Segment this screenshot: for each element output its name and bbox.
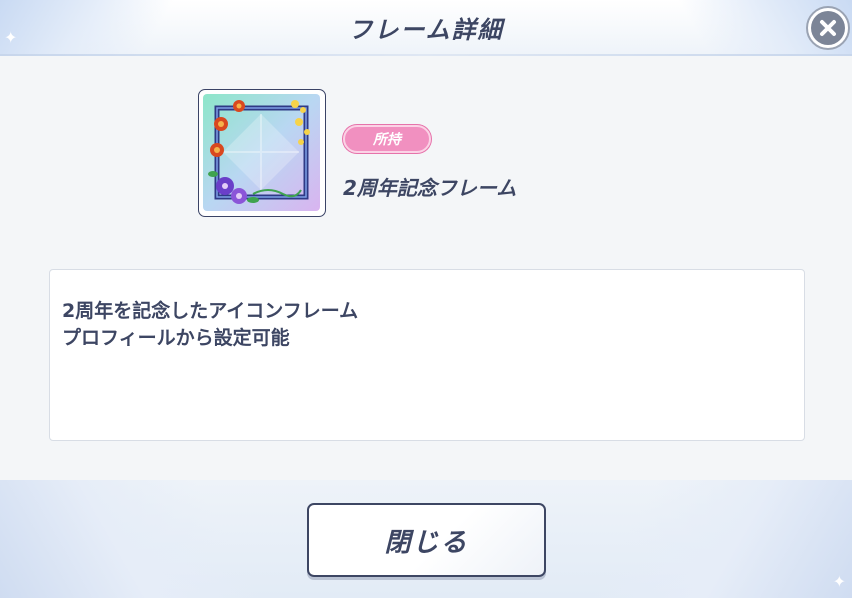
close-x-icon: [811, 11, 845, 45]
description-box: 2周年を記念したアイコンフレーム プロフィールから設定可能: [49, 269, 805, 441]
close-icon-button[interactable]: [806, 6, 850, 50]
status-badge: 所持: [343, 125, 431, 153]
footer-decoration-right: [592, 480, 852, 598]
page-title: フレーム詳細: [348, 16, 504, 44]
description-line: 2周年を記念したアイコンフレーム: [62, 300, 359, 322]
close-button[interactable]: 閉じる: [307, 503, 546, 577]
frame-name: 2周年記念フレーム: [343, 176, 517, 200]
header-bar: ✦ フレーム詳細: [0, 0, 852, 56]
header-divider: [0, 54, 852, 56]
description-line: プロフィールから設定可能: [62, 327, 290, 349]
frame-thumbnail: [198, 89, 326, 217]
sparkle-icon: ✦: [832, 572, 846, 591]
footer-decoration-left: [0, 480, 260, 598]
